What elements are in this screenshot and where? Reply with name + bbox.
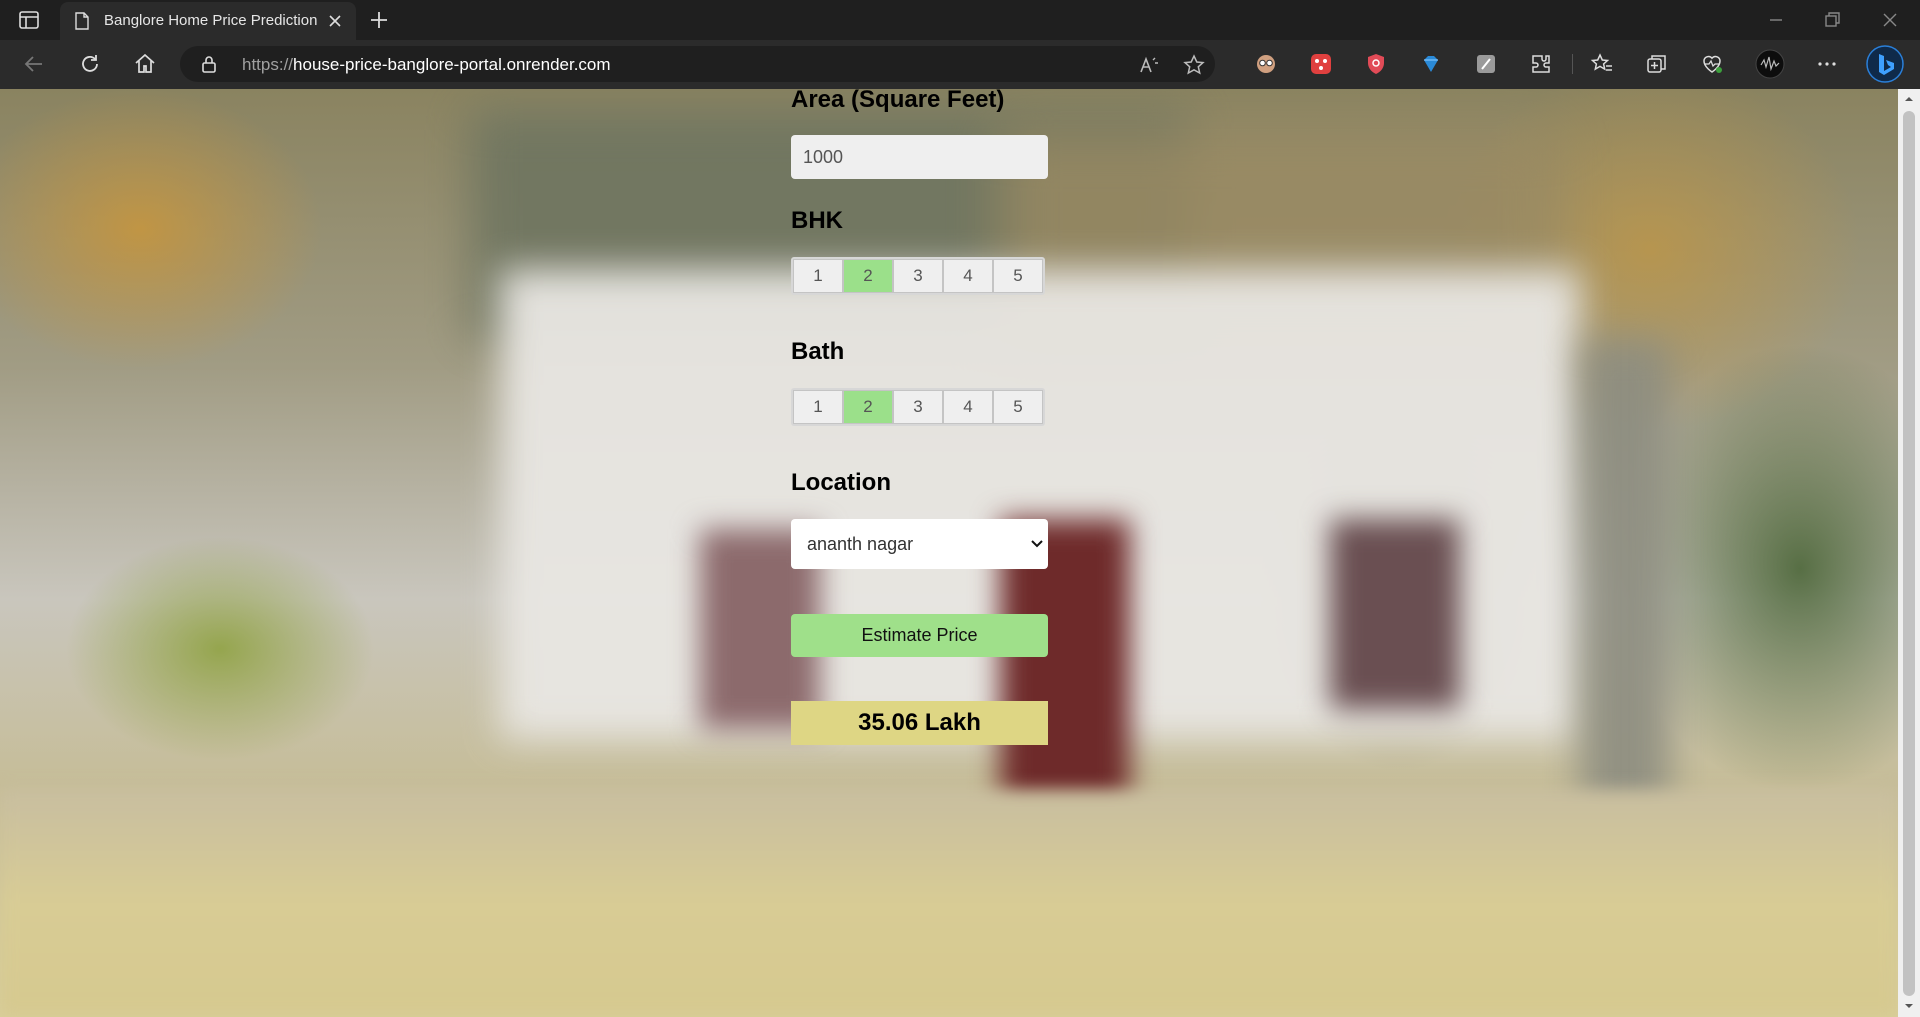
tab-actions-icon[interactable] (18, 9, 40, 31)
location-label: Location (791, 469, 891, 496)
bhk-selector: 1 2 3 4 5 (791, 257, 1045, 295)
refresh-icon[interactable] (78, 52, 102, 76)
extension-gem-icon[interactable] (1419, 52, 1443, 76)
area-label: Area (Square Feet) (791, 89, 1005, 113)
bath-option-4[interactable]: 4 (943, 390, 993, 424)
close-tab-icon[interactable] (326, 12, 344, 30)
toolbar-separator (1572, 54, 1573, 74)
bhk-option-1[interactable]: 1 (793, 259, 843, 293)
extension-face-icon[interactable] (1254, 52, 1278, 76)
document-icon (75, 12, 89, 30)
url-bar[interactable]: https://house-price-banglore-portal.onre… (180, 46, 1215, 82)
browser-tab[interactable]: Banglore Home Price Prediction (60, 2, 356, 40)
scroll-down-arrow-icon[interactable] (1904, 1001, 1914, 1011)
close-window-icon[interactable] (1880, 10, 1900, 30)
browser-essentials-icon[interactable] (1700, 52, 1724, 76)
estimate-price-button[interactable]: Estimate Price (791, 614, 1048, 657)
extension-grey-square-icon[interactable] (1474, 52, 1498, 76)
area-input[interactable]: 1000 (791, 135, 1048, 179)
extension-shield-icon[interactable] (1364, 52, 1388, 76)
bhk-option-2[interactable]: 2 (843, 259, 893, 293)
home-icon[interactable] (133, 52, 157, 76)
location-selected-value: ananth nagar (807, 534, 914, 554)
favorites-icon[interactable] (1590, 52, 1614, 76)
bg-window-right (1330, 519, 1460, 709)
location-select[interactable]: ananth nagar (791, 519, 1048, 569)
read-aloud-icon[interactable] (1138, 54, 1160, 76)
bhk-option-3[interactable]: 3 (893, 259, 943, 293)
bhk-option-4[interactable]: 4 (943, 259, 993, 293)
scroll-up-arrow-icon[interactable] (1904, 94, 1914, 104)
url-text[interactable]: https://house-price-banglore-portal.onre… (242, 55, 611, 75)
bath-option-5[interactable]: 5 (993, 390, 1043, 424)
extension-red-puzzle-icon[interactable] (1309, 52, 1333, 76)
restore-icon[interactable] (1822, 10, 1842, 30)
lock-icon[interactable] (200, 55, 218, 73)
bg-lawn (0, 789, 1898, 1017)
add-favorite-star-icon[interactable] (1183, 54, 1205, 76)
tab-title: Banglore Home Price Prediction (104, 12, 318, 29)
bath-option-2[interactable]: 2 (843, 390, 893, 424)
scrollbar-thumb[interactable] (1903, 111, 1915, 996)
back-icon[interactable] (22, 52, 46, 76)
bing-copilot-icon[interactable] (1866, 45, 1904, 83)
page-background: Area (Square Feet) 1000 BHK 1 2 3 4 5 Ba… (0, 89, 1898, 1017)
address-bar-row: https://house-price-banglore-portal.onre… (0, 40, 1920, 89)
extensions-puzzle-icon[interactable] (1529, 52, 1553, 76)
minimize-icon[interactable] (1766, 10, 1786, 30)
estimated-price-result: 35.06 Lakh (791, 701, 1048, 745)
new-tab-icon[interactable] (368, 9, 390, 31)
url-host: house-price-banglore-portal.onrender.com (293, 55, 611, 74)
more-options-icon[interactable] (1815, 52, 1839, 76)
collections-icon[interactable] (1645, 52, 1669, 76)
page-scrollbar[interactable] (1898, 89, 1920, 1017)
bath-option-3[interactable]: 3 (893, 390, 943, 424)
bhk-label: BHK (791, 207, 843, 234)
profile-avatar[interactable] (1755, 49, 1785, 79)
bhk-option-5[interactable]: 5 (993, 259, 1043, 293)
bath-label: Bath (791, 338, 845, 365)
chevron-down-icon (1031, 540, 1043, 548)
bath-option-1[interactable]: 1 (793, 390, 843, 424)
tab-bar: Banglore Home Price Prediction (0, 0, 1920, 40)
bath-selector: 1 2 3 4 5 (791, 388, 1045, 426)
url-protocol: https:// (242, 55, 294, 74)
